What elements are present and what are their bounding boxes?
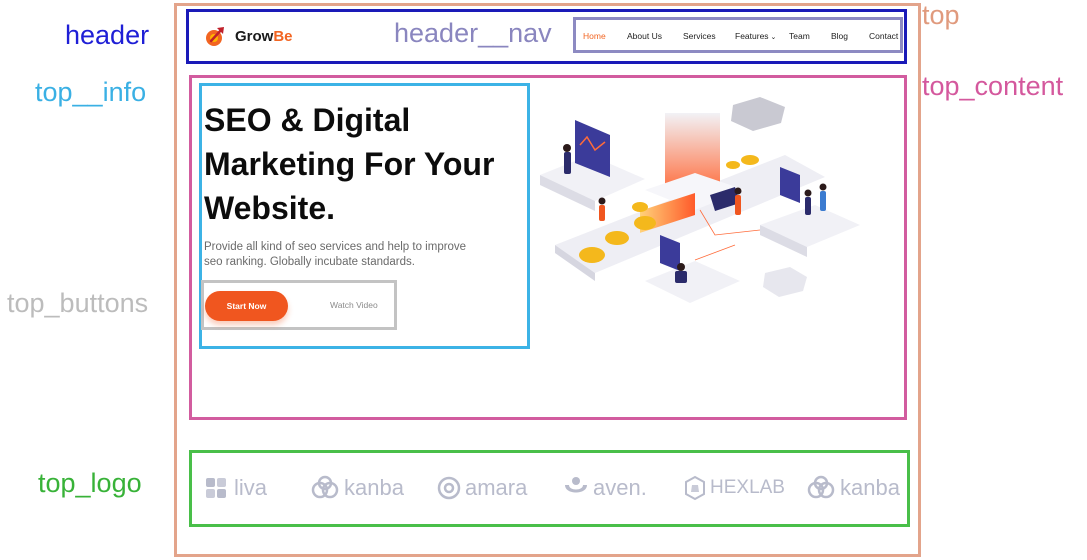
hero-subtitle-line-1: Provide all kind of seo services and hel… — [204, 241, 467, 253]
logo-aven[interactable]: aven. — [563, 475, 647, 501]
platform — [645, 261, 740, 303]
watch-video-button[interactable]: Watch Video — [330, 300, 378, 310]
hexlab-icon — [685, 475, 705, 501]
hero-title-line-2: Marketing For Your — [204, 146, 495, 182]
logo-hexlab-text: HEXLAB — [710, 477, 785, 498]
brand-logo[interactable]: GrowBe — [205, 25, 293, 47]
connector-line — [694, 244, 736, 261]
nav-item-home[interactable]: Home — [583, 31, 606, 41]
amara-icon — [437, 476, 461, 500]
nav-item-features[interactable]: Features ⌄ — [735, 31, 776, 41]
nav-item-team[interactable]: Team — [789, 31, 810, 41]
logo-kanba[interactable]: kanba — [310, 475, 404, 501]
top-logo-region-box — [189, 450, 910, 527]
start-now-button[interactable]: Start Now — [205, 291, 288, 321]
logo-hexlab[interactable]: HEXLAB — [684, 475, 785, 501]
liva-icon — [206, 478, 226, 498]
floating-tile — [763, 267, 807, 297]
kanba-icon — [807, 475, 835, 499]
growbe-logo-icon — [206, 27, 224, 46]
chart-board — [660, 235, 680, 271]
kanba-icon — [311, 475, 339, 499]
label-header-nav: header__nav — [394, 18, 552, 48]
logo-aven-text: aven. — [593, 475, 647, 500]
hero-title: SEO & Digital Marketing For Your Website… — [204, 98, 524, 230]
hero-subtitle-line-2: seo ranking. Globally incubate standards… — [204, 256, 415, 268]
logo-liva[interactable]: liva — [204, 475, 267, 501]
logo-kanba-text: kanba — [344, 475, 404, 500]
logo-amara-text: amara — [465, 475, 528, 500]
hero-title-line-3: Website. — [204, 190, 335, 226]
logo-liva-text: liva — [234, 475, 268, 500]
nav-item-about-us[interactable]: About Us — [627, 31, 662, 41]
label-header: header — [65, 20, 150, 50]
label-top: top — [922, 0, 960, 30]
nav-item-blog[interactable]: Blog — [831, 31, 848, 41]
label-top-content: top_content — [922, 71, 1064, 101]
chevron-down-icon: ⌄ — [768, 34, 777, 41]
logo-kanba-2-text: kanba — [840, 475, 900, 500]
seo-isometric-illustration — [540, 97, 860, 303]
nav-item-contact[interactable]: Contact — [869, 31, 898, 41]
label-top-logo: top_logo — [38, 468, 142, 498]
label-top-info: top__info — [35, 77, 147, 107]
hero-subtitle: Provide all kind of seo services and hel… — [204, 240, 504, 270]
floating-tile — [731, 97, 785, 131]
aven-icon — [565, 477, 587, 493]
nav-item-features-label: Features — [735, 31, 769, 41]
logo-amara[interactable]: amara — [437, 475, 527, 501]
logo-kanba-2[interactable]: kanba — [806, 475, 900, 501]
nav-item-services[interactable]: Services — [683, 31, 716, 41]
hero-title-line-1: SEO & Digital — [204, 102, 411, 138]
label-top-buttons: top_buttons — [7, 288, 149, 318]
brand-name: GrowBe — [235, 27, 293, 45]
